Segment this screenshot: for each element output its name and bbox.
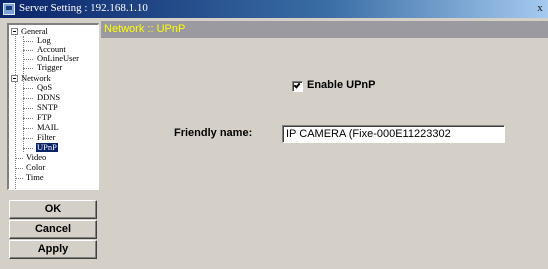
tree-connector <box>23 148 33 149</box>
enable-upnp-checkbox[interactable] <box>292 81 303 92</box>
tree-connector <box>23 41 33 42</box>
tree-connector <box>15 168 23 169</box>
enable-upnp-label[interactable]: Enable UPnP <box>307 79 375 91</box>
tree-item-trigger[interactable]: Trigger <box>37 63 62 72</box>
tree-connector <box>23 118 33 119</box>
settings-panel: Network :: UPnP Enable UPnP Friendly nam… <box>101 21 548 269</box>
tree-item-mail[interactable]: MAIL <box>37 123 59 132</box>
ok-button[interactable]: OK <box>9 200 97 219</box>
friendly-name-label: Friendly name: <box>174 127 253 139</box>
tree-item-qos[interactable]: QoS <box>37 83 52 92</box>
tree-connector <box>23 98 33 99</box>
collapse-general-icon[interactable] <box>11 28 18 35</box>
tree-item-time[interactable]: Time <box>26 173 44 182</box>
panel-title: Network :: UPnP <box>104 23 186 35</box>
tree-item-upnp[interactable]: UPnP <box>35 142 59 153</box>
friendly-name-input[interactable]: IP CAMERA (Fixe-000E11223302 <box>282 125 505 143</box>
tree-connector <box>23 88 33 89</box>
tree-connector <box>23 59 33 60</box>
tree-connector <box>15 158 23 159</box>
cancel-button[interactable]: Cancel <box>9 220 97 239</box>
tree-connector <box>23 68 33 69</box>
tree-connector <box>15 178 23 179</box>
tree-connector <box>23 50 33 51</box>
tree-item-ftp[interactable]: FTP <box>37 113 52 122</box>
title-bar[interactable]: Server Setting : 192.168.1.10 x <box>0 0 548 18</box>
tree-item-ddns[interactable]: DDNS <box>37 93 60 102</box>
apply-button[interactable]: Apply <box>9 240 97 259</box>
close-button[interactable]: x <box>534 2 546 15</box>
window-title: Server Setting : 192.168.1.10 <box>19 2 148 14</box>
tree-connector <box>23 128 33 129</box>
collapse-network-icon[interactable] <box>11 75 18 82</box>
nav-tree[interactable]: General Log Account OnLineUser Trigger N… <box>7 23 99 190</box>
tree-item-sntp[interactable]: SNTP <box>37 103 58 112</box>
tree-item-video[interactable]: Video <box>26 153 46 162</box>
checkmark-icon <box>293 81 301 89</box>
tree-connector <box>23 138 33 139</box>
tree-item-filter[interactable]: Filter <box>37 133 55 142</box>
tree-item-color[interactable]: Color <box>26 163 45 172</box>
app-icon <box>3 3 15 15</box>
tree-connector <box>15 36 16 189</box>
panel-header: Network :: UPnP <box>101 21 548 38</box>
tree-connector <box>23 108 33 109</box>
